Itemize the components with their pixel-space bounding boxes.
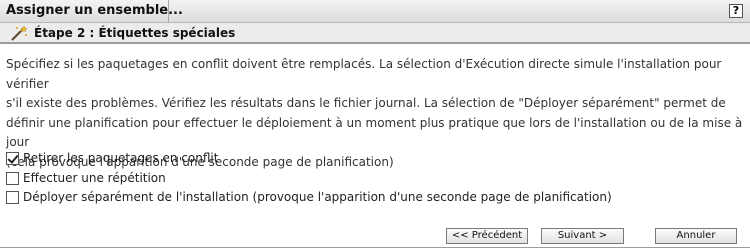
title-divider — [168, 0, 169, 23]
description-line: Spécifiez si les paquetages en conflit d… — [6, 57, 722, 91]
option-deploy-separately[interactable]: Déployer séparément de l'installation (p… — [6, 189, 612, 205]
next-button[interactable]: Suivant > — [541, 228, 624, 244]
deploy-separately-checkbox[interactable] — [6, 190, 19, 204]
option-remove-conflicting[interactable]: Retirer les paquetages en conflit — [6, 150, 218, 166]
footer-divider — [0, 247, 750, 248]
step-header: Étape 2 : Étiquettes spéciales — [0, 23, 750, 44]
description-line: s'il existe des problèmes. Vérifiez les … — [6, 96, 726, 110]
description-line: définir une planification pour effectuer… — [6, 115, 743, 150]
remove-conflicting-checkbox[interactable] — [6, 151, 19, 165]
dry-run-checkbox[interactable] — [6, 171, 19, 185]
option-dry-run[interactable]: Effectuer une répétition — [6, 170, 166, 186]
cancel-button[interactable]: Annuler — [655, 228, 737, 244]
help-button[interactable]: ? — [729, 4, 743, 18]
option-label: Retirer les paquetages en conflit — [23, 151, 219, 165]
step-title: Étape 2 : Étiquettes spéciales — [34, 26, 236, 40]
previous-button[interactable]: << Précédent — [446, 228, 528, 244]
page-title: Assigner un ensemble... — [6, 3, 183, 18]
option-label: Déployer séparément de l'installation (p… — [23, 190, 612, 204]
option-label: Effectuer une répétition — [23, 171, 166, 185]
title-bar: Assigner un ensemble... ? — [0, 0, 750, 23]
magic-wand-icon — [11, 25, 28, 41]
